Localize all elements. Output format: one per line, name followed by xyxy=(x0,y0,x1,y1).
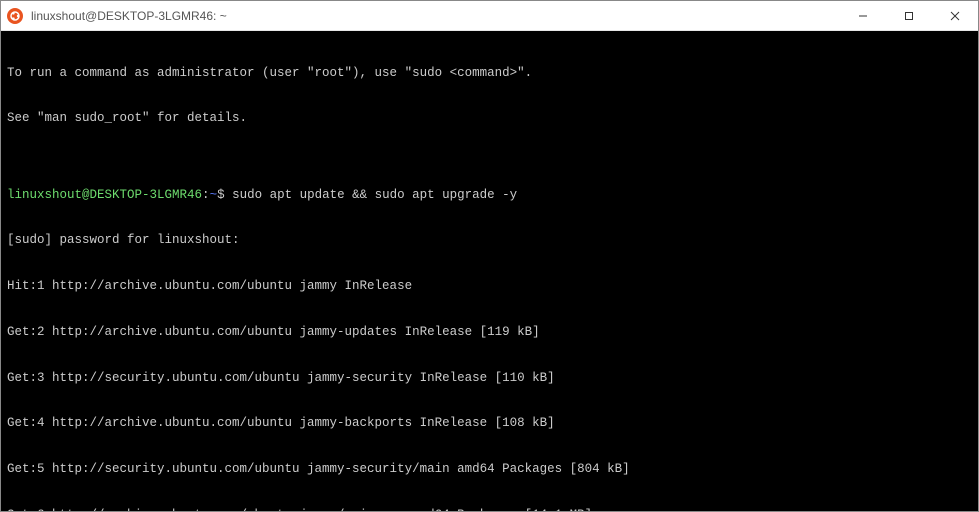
minimize-button[interactable] xyxy=(840,1,886,30)
prompt-dollar: $ xyxy=(217,188,225,202)
ubuntu-icon xyxy=(7,8,23,24)
terminal-line: [sudo] password for linuxshout: xyxy=(7,233,972,248)
prompt-line: linuxshout@DESKTOP-3LGMR46:~$ sudo apt u… xyxy=(7,188,972,203)
terminal-line: Hit:1 http://archive.ubuntu.com/ubuntu j… xyxy=(7,279,972,294)
terminal-line: Get:2 http://archive.ubuntu.com/ubuntu j… xyxy=(7,325,972,340)
terminal-line: Get:3 http://security.ubuntu.com/ubuntu … xyxy=(7,371,972,386)
terminal-line: Get:4 http://archive.ubuntu.com/ubuntu j… xyxy=(7,416,972,431)
window-title: linuxshout@DESKTOP-3LGMR46: ~ xyxy=(31,9,840,23)
terminal-line: See "man sudo_root" for details. xyxy=(7,111,972,126)
terminal-line: To run a command as administrator (user … xyxy=(7,66,972,81)
close-button[interactable] xyxy=(932,1,978,30)
prompt-command: sudo apt update && sudo apt upgrade -y xyxy=(225,188,518,202)
terminal-window: linuxshout@DESKTOP-3LGMR46: ~ To run a c… xyxy=(0,0,979,512)
prompt-userhost: linuxshout@DESKTOP-3LGMR46 xyxy=(7,188,202,202)
prompt-sep: : xyxy=(202,188,210,202)
prompt-cwd: ~ xyxy=(210,188,218,202)
terminal-body[interactable]: To run a command as administrator (user … xyxy=(1,31,978,511)
window-controls xyxy=(840,1,978,30)
maximize-button[interactable] xyxy=(886,1,932,30)
terminal-line: Get:5 http://security.ubuntu.com/ubuntu … xyxy=(7,462,972,477)
titlebar[interactable]: linuxshout@DESKTOP-3LGMR46: ~ xyxy=(1,1,978,31)
terminal-line: Get:6 http://archive.ubuntu.com/ubuntu j… xyxy=(7,508,972,511)
